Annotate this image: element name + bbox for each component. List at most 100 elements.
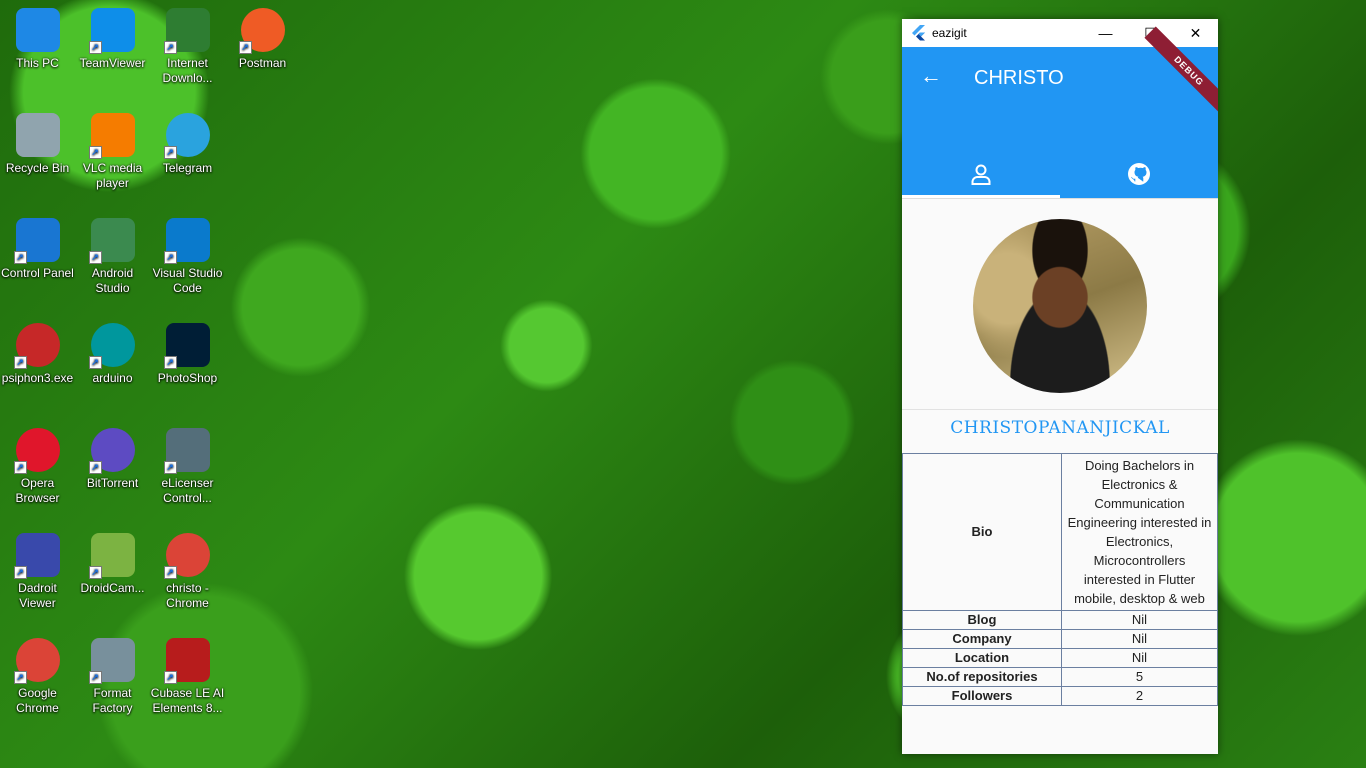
app-bar: ← CHRISTO DEBUG [902,26,1218,198]
desktop-shortcut-label: Google Chrome [16,686,59,715]
company-label: Company [902,629,1062,649]
location-label: Location [902,648,1062,668]
window-title: eazigit [932,26,967,40]
desktop-shortcut-label: christo - Chrome [166,581,209,610]
vlc-icon: ↗ [88,113,135,159]
desktop-shortcut[interactable]: ↗ psiphon3.exe [0,323,75,386]
desktop-shortcut[interactable]: ↗ PhotoShop [150,323,225,386]
desktop-shortcut[interactable]: ↗ Google Chrome [0,638,75,716]
telegram-icon: ↗ [163,113,210,159]
location-value: Nil [1061,648,1218,668]
chrome-icon: ↗ [13,638,60,684]
desktop-shortcut-label: Opera Browser [15,476,60,505]
dadroit-icon: ↗ [13,533,60,579]
control-panel-icon: ↗ [13,218,60,264]
tab-github[interactable] [1060,150,1218,198]
desktop-shortcut-label: Cubase LE AI Elements 8... [150,686,225,715]
desktop-shortcut[interactable]: ↗ DroidCam... [75,533,150,596]
tab-profile[interactable] [902,150,1060,198]
shortcut-arrow-icon: ↗ [163,146,177,159]
desktop-shortcut[interactable]: ↗ TeamViewer [75,8,150,71]
desktop-shortcut-label: Control Panel [1,266,74,280]
desktop-shortcut[interactable]: ↗ arduino [75,323,150,386]
bio-label: Bio [902,453,1062,611]
desktop-shortcut[interactable]: ↗ Control Panel [0,218,75,281]
company-value: Nil [1061,629,1218,649]
format-factory-icon: ↗ [88,638,135,684]
profile-avatar [973,219,1147,393]
shortcut-arrow-icon: ↗ [13,251,27,264]
shortcut-arrow-icon: ↗ [88,146,102,159]
profile-info-table: Bio Doing Bachelors in Electronics & Com… [902,453,1218,706]
chrome-profile-icon: ↗ [163,533,210,579]
tab-bar [902,150,1218,198]
photoshop-icon: ↗ [163,323,210,369]
android-studio-icon: ↗ [88,218,135,264]
desktop-shortcut-label: Postman [238,56,287,70]
shortcut-arrow-icon: ↗ [88,671,102,684]
desktop-shortcut-label: PhotoShop [157,371,218,385]
desktop-shortcut-label: psiphon3.exe [1,371,74,385]
desktop-shortcut[interactable]: ↗ Internet Downlo... [150,8,225,86]
shortcut-arrow-icon: ↗ [13,461,27,474]
table-row: Company Nil [902,629,1218,649]
teamviewer-icon: ↗ [88,8,135,54]
desktop-shortcut-label: Internet Downlo... [162,56,213,85]
person-icon [971,164,991,185]
divider [902,198,1218,199]
desktop-shortcut[interactable]: ↗ BitTorrent [75,428,150,491]
shortcut-arrow-icon: ↗ [163,461,177,474]
droidcam-icon: ↗ [88,533,135,579]
shortcut-arrow-icon: ↗ [88,41,102,54]
shortcut-arrow-icon: ↗ [88,566,102,579]
desktop-shortcut-label: eLicenser Control... [161,476,214,505]
desktop-shortcut-label: Visual Studio Code [152,266,223,295]
minimize-button[interactable]: — [1083,19,1128,47]
desktop-shortcut-label: Dadroit Viewer [18,581,57,610]
desktop-shortcut[interactable]: ↗ Format Factory [75,638,150,716]
elicenser-icon: ↗ [163,428,210,474]
desktop-shortcut-label: Recycle Bin [5,161,70,175]
shortcut-arrow-icon: ↗ [163,251,177,264]
desktop-shortcut-label: BitTorrent [86,476,139,490]
desktop-shortcut[interactable]: ↗ Telegram [150,113,225,176]
shortcut-arrow-icon: ↗ [13,671,27,684]
desktop-shortcut[interactable]: ↗ eLicenser Control... [150,428,225,506]
repositories-label: No.of repositories [902,667,1062,687]
shortcut-arrow-icon: ↗ [88,461,102,474]
psiphon-icon: ↗ [13,323,60,369]
profile-name: CHRISTOPANANJICKAL [902,409,1218,453]
desktop-shortcut[interactable]: This PC [0,8,75,71]
shortcut-arrow-icon: ↗ [88,356,102,369]
table-row: Blog Nil [902,610,1218,630]
desktop-shortcut-label: TeamViewer [79,56,146,70]
table-row: Bio Doing Bachelors in Electronics & Com… [902,453,1218,611]
back-arrow-icon[interactable]: ← [920,63,942,89]
cubase-icon: ↗ [163,638,210,684]
shortcut-arrow-icon: ↗ [88,251,102,264]
desktop-shortcut-label: arduino [92,371,133,385]
desktop-shortcut[interactable]: ↗ christo - Chrome [150,533,225,611]
shortcut-arrow-icon: ↗ [13,566,27,579]
download-manager-icon: ↗ [163,8,210,54]
desktop-shortcut[interactable]: ↗ Cubase LE AI Elements 8... [150,638,225,716]
shortcut-arrow-icon: ↗ [163,356,177,369]
page-title: CHRISTO [974,67,1064,89]
shortcut-arrow-icon: ↗ [163,671,177,684]
desktop-shortcut[interactable]: ↗ Visual Studio Code [150,218,225,296]
desktop-shortcut[interactable]: ↗ Postman [225,8,300,71]
desktop-shortcut[interactable]: ↗ VLC media player [75,113,150,191]
desktop-shortcut[interactable]: ↗ Dadroit Viewer [0,533,75,611]
close-button[interactable]: ✕ [1173,19,1218,47]
blog-value: Nil [1061,610,1218,630]
app-window: eazigit — ☐ ✕ ← CHRISTO DEBUG CHRISTOPA [902,19,1218,754]
desktop-shortcut[interactable]: ↗ Opera Browser [0,428,75,506]
desktop-shortcut[interactable]: ↗ Android Studio [75,218,150,296]
followers-label: Followers [902,686,1062,706]
desktop-shortcut-label: Android Studio [91,266,134,295]
blog-label: Blog [902,610,1062,630]
postman-icon: ↗ [238,8,285,54]
desktop-shortcut[interactable]: Recycle Bin [0,113,75,176]
table-row: Followers 2 [902,686,1218,706]
shortcut-arrow-icon: ↗ [163,41,177,54]
